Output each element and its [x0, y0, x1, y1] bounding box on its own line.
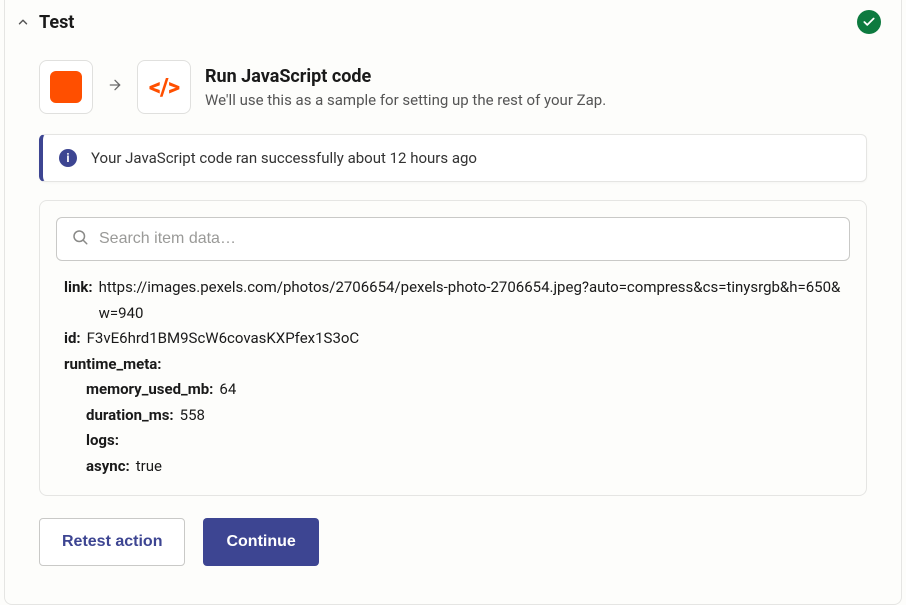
result-value: true [136, 454, 162, 480]
result-key: logs: [86, 428, 119, 454]
result-key: memory_used_mb: [86, 377, 213, 403]
section-header: Test [5, 0, 901, 44]
action-app-icon: </> [137, 60, 191, 114]
success-alert: i Your JavaScript code ran successfully … [39, 134, 867, 182]
retest-button[interactable]: Retest action [39, 518, 185, 566]
result-value: 64 [219, 377, 236, 403]
info-icon: i [59, 149, 77, 167]
test-panel: Test </> Run JavaScript code We'll use t… [4, 0, 902, 605]
result-key: async: [86, 454, 130, 480]
result-row-async: async: true [86, 454, 842, 480]
result-value: F3vE6hrd1BM9ScW6covasKXPfex1S3oC [87, 326, 360, 352]
chevron-up-icon [15, 14, 31, 30]
result-row-duration: duration_ms: 558 [86, 403, 842, 429]
action-text: Run JavaScript code We'll use this as a … [205, 66, 606, 109]
result-data: link: https://images.pexels.com/photos/2… [56, 275, 850, 479]
result-key: runtime_meta: [64, 352, 162, 378]
section-title: Test [39, 12, 74, 33]
zapier-app-icon [50, 71, 82, 103]
result-nested: memory_used_mb: 64 duration_ms: 558 logs… [64, 377, 842, 479]
result-card: link: https://images.pexels.com/photos/2… [39, 200, 867, 496]
result-key: duration_ms: [86, 403, 174, 429]
search-icon [71, 228, 89, 250]
continue-button[interactable]: Continue [203, 518, 318, 566]
result-key: link: [64, 275, 93, 301]
success-check-icon [857, 10, 881, 34]
action-title: Run JavaScript code [205, 66, 606, 87]
section-header-left[interactable]: Test [15, 12, 74, 33]
code-icon: </> [149, 73, 179, 101]
trigger-app-icon [39, 60, 93, 114]
action-summary: </> Run JavaScript code We'll use this a… [5, 44, 901, 130]
result-row-link: link: https://images.pexels.com/photos/2… [64, 275, 842, 326]
result-value: 558 [180, 403, 205, 429]
result-row-id: id: F3vE6hrd1BM9ScW6covasKXPfex1S3oC [64, 326, 842, 352]
search-wrap[interactable] [56, 217, 850, 261]
search-input[interactable] [99, 230, 835, 248]
result-value: https://images.pexels.com/photos/2706654… [99, 275, 842, 326]
result-row-logs: logs: [86, 428, 842, 454]
result-key: id: [64, 326, 81, 352]
result-row-memory: memory_used_mb: 64 [86, 377, 842, 403]
alert-message: Your JavaScript code ran successfully ab… [91, 149, 477, 167]
action-subtitle: We'll use this as a sample for setting u… [205, 91, 606, 109]
result-row-runtime: runtime_meta: [64, 352, 842, 378]
button-row: Retest action Continue [5, 496, 901, 566]
arrow-right-icon [107, 77, 123, 97]
